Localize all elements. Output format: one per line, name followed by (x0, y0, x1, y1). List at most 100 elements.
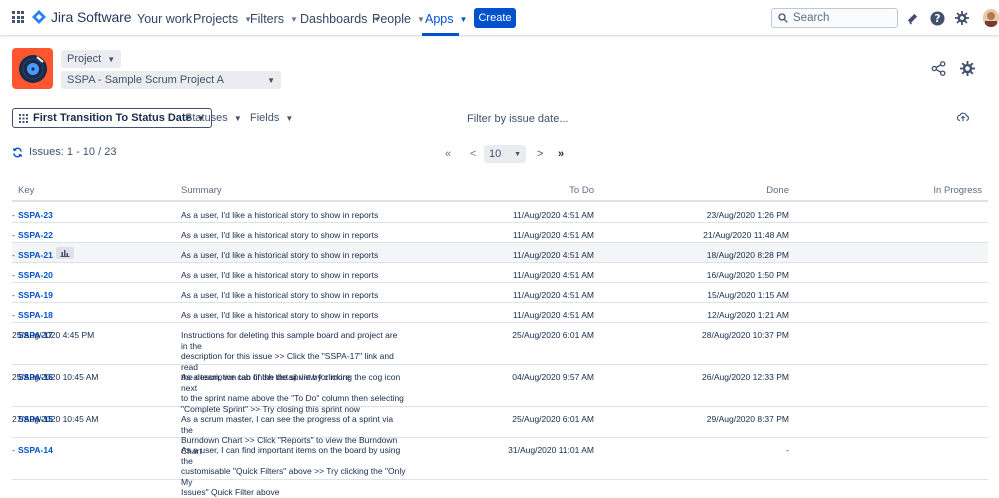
issue-summary: As a user, I'd like a historical story t… (181, 310, 406, 321)
refresh-icon[interactable] (12, 147, 23, 158)
statuses-label: Statuses (185, 112, 228, 124)
issue-key-link[interactable]: SSPA-21 (18, 250, 53, 261)
issue-key-link[interactable]: SSPA-23 (18, 210, 53, 221)
fields-dropdown[interactable]: Fields ▼ (250, 112, 293, 124)
issue-summary: As a user, I'd like a historical story t… (181, 210, 406, 221)
table-row[interactable]: SSPA-18 As a user, I'd like a historical … (12, 303, 988, 323)
done-date: 29/Aug/2020 8:37 PM (706, 414, 789, 424)
column-header-todo[interactable]: To Do (569, 185, 594, 196)
search-icon (778, 13, 788, 23)
nav-label: Filters (250, 12, 285, 26)
column-header-key[interactable]: Key (18, 185, 34, 196)
share-icon[interactable] (930, 60, 946, 76)
nav-apps[interactable]: Apps ▼ (425, 12, 467, 26)
todo-date: 11/Aug/2020 4:51 AM (512, 290, 594, 300)
next-page-button[interactable]: > (537, 148, 543, 160)
summary-line: As a user, I'd like a historical story t… (181, 270, 379, 280)
grid-icon (19, 113, 28, 123)
issue-key-link[interactable]: SSPA-19 (18, 290, 53, 301)
table-row[interactable]: SSPA-22 As a user, I'd like a historical … (12, 223, 988, 243)
filter-by-date-input[interactable]: Filter by issue date... (467, 113, 569, 125)
todo-date: 11/Aug/2020 4:51 AM (512, 210, 594, 220)
issues-table-body: SSPA-23 As a user, I'd like a historical … (12, 203, 988, 497)
issue-key-link[interactable]: SSPA-22 (18, 230, 53, 241)
svg-text:?: ? (934, 13, 940, 25)
inprogress-date: - (12, 445, 15, 455)
project-select[interactable]: SSPA - Sample Scrum Project A ▼ (61, 71, 281, 89)
issue-key-link[interactable]: SSPA-20 (18, 270, 53, 281)
table-row[interactable]: SSPA-15 As a scrum master, I can see the … (12, 407, 988, 456)
issue-summary: As a user, I'd like a historical story t… (181, 270, 406, 281)
help-icon[interactable]: ? (928, 9, 946, 27)
report-type-dropdown[interactable]: First Transition To Status Date ▼ (12, 108, 212, 128)
nav-label: Dashboards (300, 12, 368, 26)
issue-summary: As a user, I'd like a historical story t… (181, 290, 406, 301)
summary-line: As a user, I can find important items on… (181, 445, 401, 466)
chevron-down-icon: ▼ (233, 113, 242, 123)
chevron-down-icon: ▼ (267, 75, 275, 85)
cloud-upload-icon (956, 112, 969, 122)
todo-date: 11/Aug/2020 4:51 AM (512, 310, 594, 320)
first-page-button[interactable]: « (445, 148, 451, 160)
issue-summary: As a user, I can find important items on… (181, 445, 406, 498)
done-date: 21/Aug/2020 11:48 AM (703, 230, 789, 240)
table-row[interactable]: SSPA-23 As a user, I'd like a historical … (12, 203, 988, 223)
table-row[interactable]: SSPA-16 As a team, we can finish the spri… (12, 365, 988, 414)
nav-projects[interactable]: Projects ▼ (193, 12, 252, 26)
nav-label: Your work (137, 12, 193, 26)
summary-line: As a user, I'd like a historical story t… (181, 210, 379, 220)
nav-people[interactable]: People ▼ (372, 12, 425, 26)
active-tab-indicator (422, 33, 459, 36)
column-header-inprogress[interactable]: In Progress (933, 185, 982, 196)
app-switcher-icon[interactable] (12, 11, 24, 23)
done-date: 18/Aug/2020 8:28 PM (706, 250, 789, 260)
project-avatar (12, 48, 53, 89)
nav-your-work[interactable]: Your work (137, 12, 192, 26)
done-date: 23/Aug/2020 1:26 PM (706, 210, 789, 220)
report-type-label: First Transition To Status Date (33, 112, 192, 124)
bar-chart-icon (60, 250, 70, 257)
notifications-icon[interactable] (903, 9, 921, 27)
summary-line: Issues" Quick Filter above (181, 487, 280, 497)
chevron-down-icon: ▼ (285, 113, 294, 123)
page-size-select[interactable]: 10 ▼ (484, 145, 526, 163)
report-settings-icon[interactable] (959, 60, 975, 76)
todo-date: 11/Aug/2020 4:51 AM (512, 250, 594, 260)
issue-summary: As a user, I'd like a historical story t… (181, 250, 406, 261)
done-date: 26/Aug/2020 12:33 PM (702, 372, 789, 382)
create-button[interactable]: Create (474, 8, 516, 28)
summary-line: As a team, we can finish the sprint by c… (181, 372, 401, 393)
issue-chart-button[interactable] (56, 247, 74, 259)
inprogress-date: - (12, 250, 15, 260)
table-row[interactable]: SSPA-17 Instructions for deleting this sa… (12, 323, 988, 382)
column-header-summary[interactable]: Summary (181, 185, 222, 196)
last-page-button[interactable]: » (558, 148, 564, 160)
nav-filters[interactable]: Filters ▼ (250, 12, 298, 26)
vinyl-record-icon (18, 54, 47, 83)
column-header-done[interactable]: Done (766, 185, 789, 196)
avatar-image (983, 9, 999, 27)
share-nodes-icon (931, 60, 945, 76)
inprogress-date: 27/Aug/2020 10:45 AM (12, 414, 99, 424)
summary-line: As a user, I'd like a historical story t… (181, 310, 379, 320)
table-row[interactable]: SSPA-14 As a user, I can find important i… (12, 438, 988, 497)
table-row[interactable]: SSPA-20 As a user, I'd like a historical … (12, 263, 988, 283)
issue-key-link[interactable]: SSPA-14 (18, 445, 53, 456)
summary-line: As a user, I'd like a historical story t… (181, 250, 379, 260)
statuses-dropdown[interactable]: Statuses ▼ (185, 112, 242, 124)
export-button[interactable] (956, 111, 969, 126)
project-type-button[interactable]: Project ▼ (61, 50, 122, 68)
settings-icon[interactable] (953, 9, 971, 27)
summary-line: As a user, I'd like a historical story t… (181, 290, 379, 300)
nav-dashboards[interactable]: Dashboards ▼ (300, 12, 381, 26)
summary-line: As a user, I'd like a historical story t… (181, 230, 379, 240)
summary-line: Instructions for deleting this sample bo… (181, 330, 398, 351)
issue-key-link[interactable]: SSPA-18 (18, 310, 53, 321)
table-row[interactable]: SSPA-21 As a user, I'd like a historical … (12, 243, 988, 263)
search-input[interactable]: Search (771, 8, 898, 28)
user-avatar[interactable] (983, 9, 999, 27)
todo-date: 11/Aug/2020 4:51 AM (512, 230, 594, 240)
table-row[interactable]: SSPA-19 As a user, I'd like a historical … (12, 283, 988, 303)
jira-logo[interactable]: Jira Software (32, 9, 132, 25)
prev-page-button[interactable]: < (470, 148, 476, 160)
